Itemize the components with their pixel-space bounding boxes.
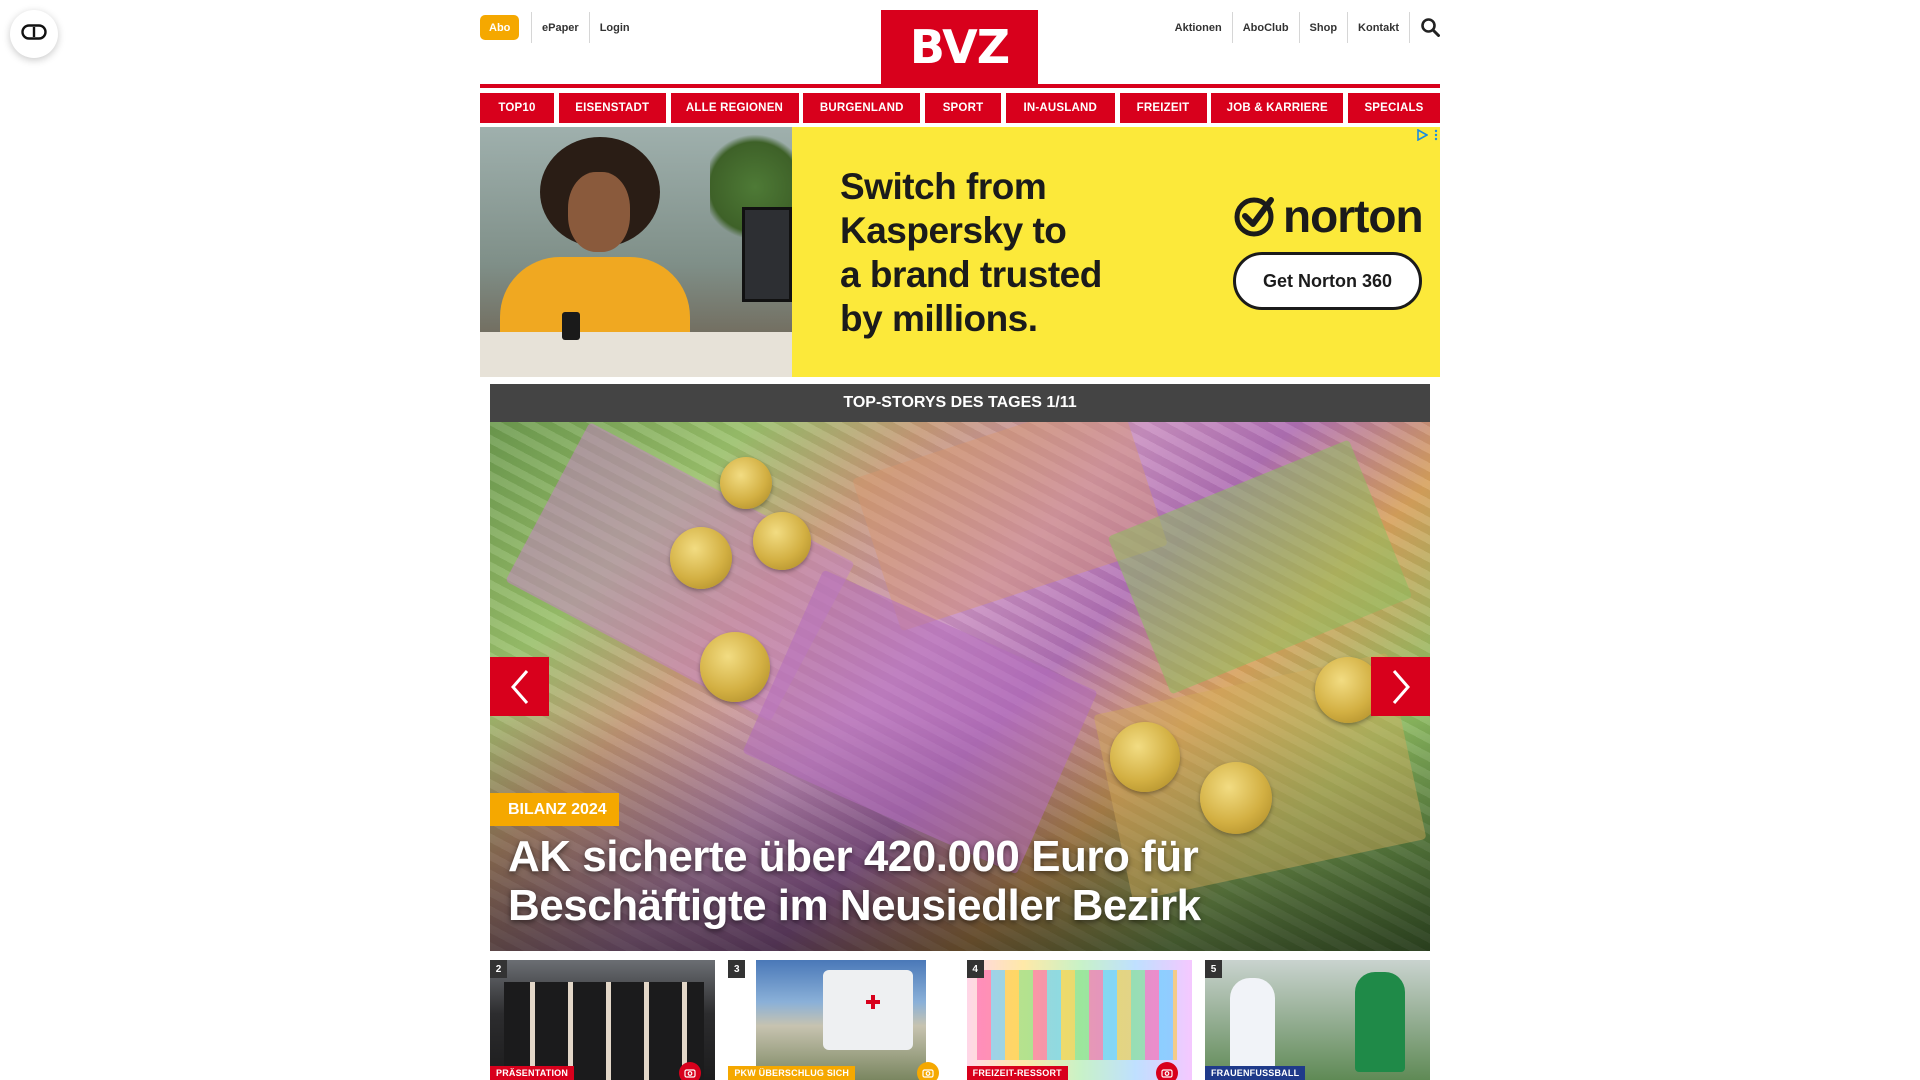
main-navigation: TOP10 EISENSTADT ALLE REGIONEN BURGENLAN… bbox=[480, 93, 1440, 123]
chevron-right-icon bbox=[1392, 669, 1410, 704]
search-button[interactable] bbox=[1410, 12, 1440, 43]
story-thumbnails: 2 PRÄSENTATION 3 PKW ÜBERSCHLUG SICH 4 F… bbox=[490, 960, 1430, 1080]
top-stories: TOP-STORYS DES TAGES 1/11 BILANZ 2024 AK… bbox=[490, 384, 1430, 1080]
camera-icon bbox=[679, 1062, 701, 1080]
coin-decoration bbox=[700, 632, 770, 702]
nav-item-in-ausland[interactable]: IN-AUSLAND bbox=[1005, 93, 1115, 123]
thumbnail-number: 4 bbox=[966, 960, 984, 978]
utility-links-left: ePaper Login bbox=[531, 12, 640, 43]
thumbnail-label: PRÄSENTATION bbox=[490, 1066, 575, 1080]
thumbnail-label: PKW ÜBERSCHLUG SICH bbox=[728, 1066, 856, 1080]
kontakt-link[interactable]: Kontakt bbox=[1348, 12, 1410, 43]
utility-links-right: Aktionen AboClub Shop Kontakt bbox=[1165, 12, 1440, 43]
hero-headline[interactable]: AK sicherte über 420.000 Euro für Beschä… bbox=[508, 832, 1388, 930]
thumbnail-number: 3 bbox=[728, 960, 746, 978]
chevron-left-icon bbox=[510, 669, 528, 704]
coin-decoration bbox=[1200, 762, 1272, 834]
player-shape bbox=[1354, 972, 1405, 1072]
thumbnail-number: 2 bbox=[490, 960, 507, 978]
story-thumbnail[interactable]: 2 PRÄSENTATION bbox=[490, 960, 715, 1080]
banknote-decoration bbox=[852, 422, 1168, 632]
nav-item-freizeit[interactable]: FREIZEIT bbox=[1119, 93, 1207, 123]
hero-prev-button[interactable] bbox=[490, 657, 549, 716]
nav-item-job-karriere[interactable]: JOB & KARRIERE bbox=[1211, 93, 1344, 123]
shop-link[interactable]: Shop bbox=[1300, 12, 1349, 43]
more-icon bbox=[1434, 129, 1438, 141]
hero-kicker: BILANZ 2024 bbox=[490, 793, 619, 826]
ad-cta-button[interactable]: Get Norton 360 bbox=[1233, 252, 1422, 310]
nav-item-top10[interactable]: TOP10 bbox=[480, 93, 554, 123]
player-shape bbox=[1229, 978, 1275, 1073]
header-divider bbox=[480, 84, 1440, 88]
ad-banner[interactable]: Switch from Kaspersky to a brand trusted… bbox=[480, 127, 1440, 377]
thumbnail-label: FRAUENFUSSBALL bbox=[1204, 1066, 1306, 1080]
nav-item-sport[interactable]: SPORT bbox=[925, 93, 1001, 123]
top-stories-heading: TOP-STORYS DES TAGES 1/11 bbox=[490, 384, 1430, 422]
abo-button[interactable]: Abo bbox=[480, 15, 520, 40]
coin-decoration bbox=[753, 512, 811, 570]
page-container: Abo ePaper Login BVZ Aktionen AboClub Sh… bbox=[480, 0, 1440, 377]
thumbnail-label: FREIZEIT-RESSORT bbox=[966, 1066, 1068, 1080]
norton-logo: norton bbox=[1233, 189, 1424, 243]
hero-next-button[interactable] bbox=[1371, 657, 1430, 716]
aboclub-link[interactable]: AboClub bbox=[1233, 12, 1300, 43]
story-thumbnail[interactable]: 5 FRAUENFUSSBALL bbox=[1204, 960, 1430, 1080]
nav-item-burgenland[interactable]: BURGENLAND bbox=[803, 93, 921, 123]
story-thumbnail[interactable]: 3 PKW ÜBERSCHLUG SICH bbox=[728, 960, 954, 1080]
ad-headline: Switch from Kaspersky to a brand trusted… bbox=[840, 166, 1102, 339]
coin-decoration bbox=[720, 457, 772, 509]
login-link[interactable]: Login bbox=[590, 12, 640, 43]
nav-item-specials[interactable]: SPECIALS bbox=[1348, 93, 1440, 123]
thumbnail-image bbox=[976, 970, 1177, 1060]
story-thumbnail[interactable]: 4 FREIZEIT-RESSORT bbox=[966, 960, 1192, 1080]
coin-decoration bbox=[1110, 722, 1180, 792]
coin-decoration bbox=[670, 527, 732, 589]
hero-story[interactable]: BILANZ 2024 AK sicherte über 420.000 Eur… bbox=[490, 422, 1430, 951]
thumbnail-number: 5 bbox=[1204, 960, 1222, 978]
nav-item-eisenstadt[interactable]: EISENSTADT bbox=[558, 93, 666, 123]
adchoices-icon bbox=[1417, 129, 1428, 141]
aktionen-link[interactable]: Aktionen bbox=[1165, 12, 1233, 43]
search-icon bbox=[1421, 18, 1440, 37]
epaper-link[interactable]: ePaper bbox=[531, 12, 590, 43]
bvz-logo[interactable]: BVZ bbox=[881, 10, 1038, 84]
norton-check-icon bbox=[1234, 197, 1274, 237]
accessibility-toggle-button[interactable] bbox=[10, 10, 58, 58]
camera-icon bbox=[917, 1062, 940, 1080]
ad-choices[interactable] bbox=[1416, 129, 1438, 141]
ad-photo bbox=[480, 127, 792, 377]
accessibility-toggle-icon bbox=[21, 23, 47, 45]
top-bar: Abo ePaper Login BVZ Aktionen AboClub Sh… bbox=[480, 0, 1440, 84]
camera-icon bbox=[1155, 1062, 1178, 1080]
nav-item-alle-regionen[interactable]: ALLE REGIONEN bbox=[670, 93, 799, 123]
ambulance-shape bbox=[823, 970, 914, 1050]
